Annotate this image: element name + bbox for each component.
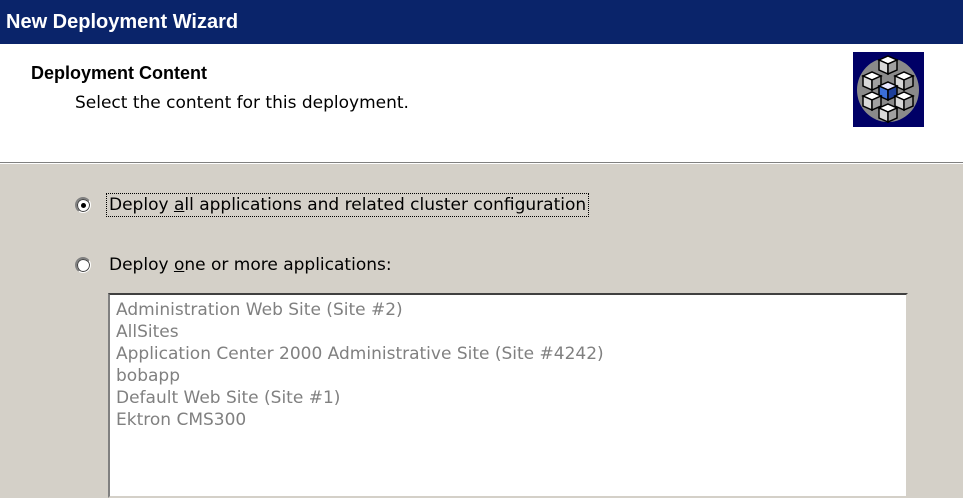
page-title: Deployment Content (31, 63, 208, 83)
list-item[interactable]: Administration Web Site (Site #2) (116, 299, 900, 321)
list-item[interactable]: Application Center 2000 Administrative S… (116, 343, 900, 365)
radio-deploy-selected[interactable] (75, 257, 91, 273)
radio-deploy-all-label[interactable]: Deploy all applications and related clus… (105, 193, 590, 217)
list-item[interactable]: Default Web Site (Site #1) (116, 387, 900, 409)
wizard-header: Deployment Content Select the content fo… (0, 44, 963, 162)
option-deploy-all[interactable]: Deploy all applications and related clus… (75, 193, 590, 217)
radio-deploy-all[interactable] (75, 197, 91, 213)
deployment-cubes-icon (853, 52, 924, 127)
list-item[interactable]: Ektron CMS300 (116, 409, 900, 431)
applications-listbox[interactable]: Administration Web Site (Site #2) AllSit… (108, 293, 908, 498)
page-subtitle: Select the content for this deployment. (75, 93, 409, 113)
radio-deploy-selected-label[interactable]: Deploy one or more applications: (107, 254, 394, 276)
option-deploy-selected[interactable]: Deploy one or more applications: (75, 253, 394, 277)
window-title-bar[interactable]: New Deployment Wizard (0, 0, 963, 44)
list-item[interactable]: bobapp (116, 365, 900, 387)
window-title: New Deployment Wizard (6, 11, 239, 33)
list-item[interactable]: AllSites (116, 321, 900, 343)
